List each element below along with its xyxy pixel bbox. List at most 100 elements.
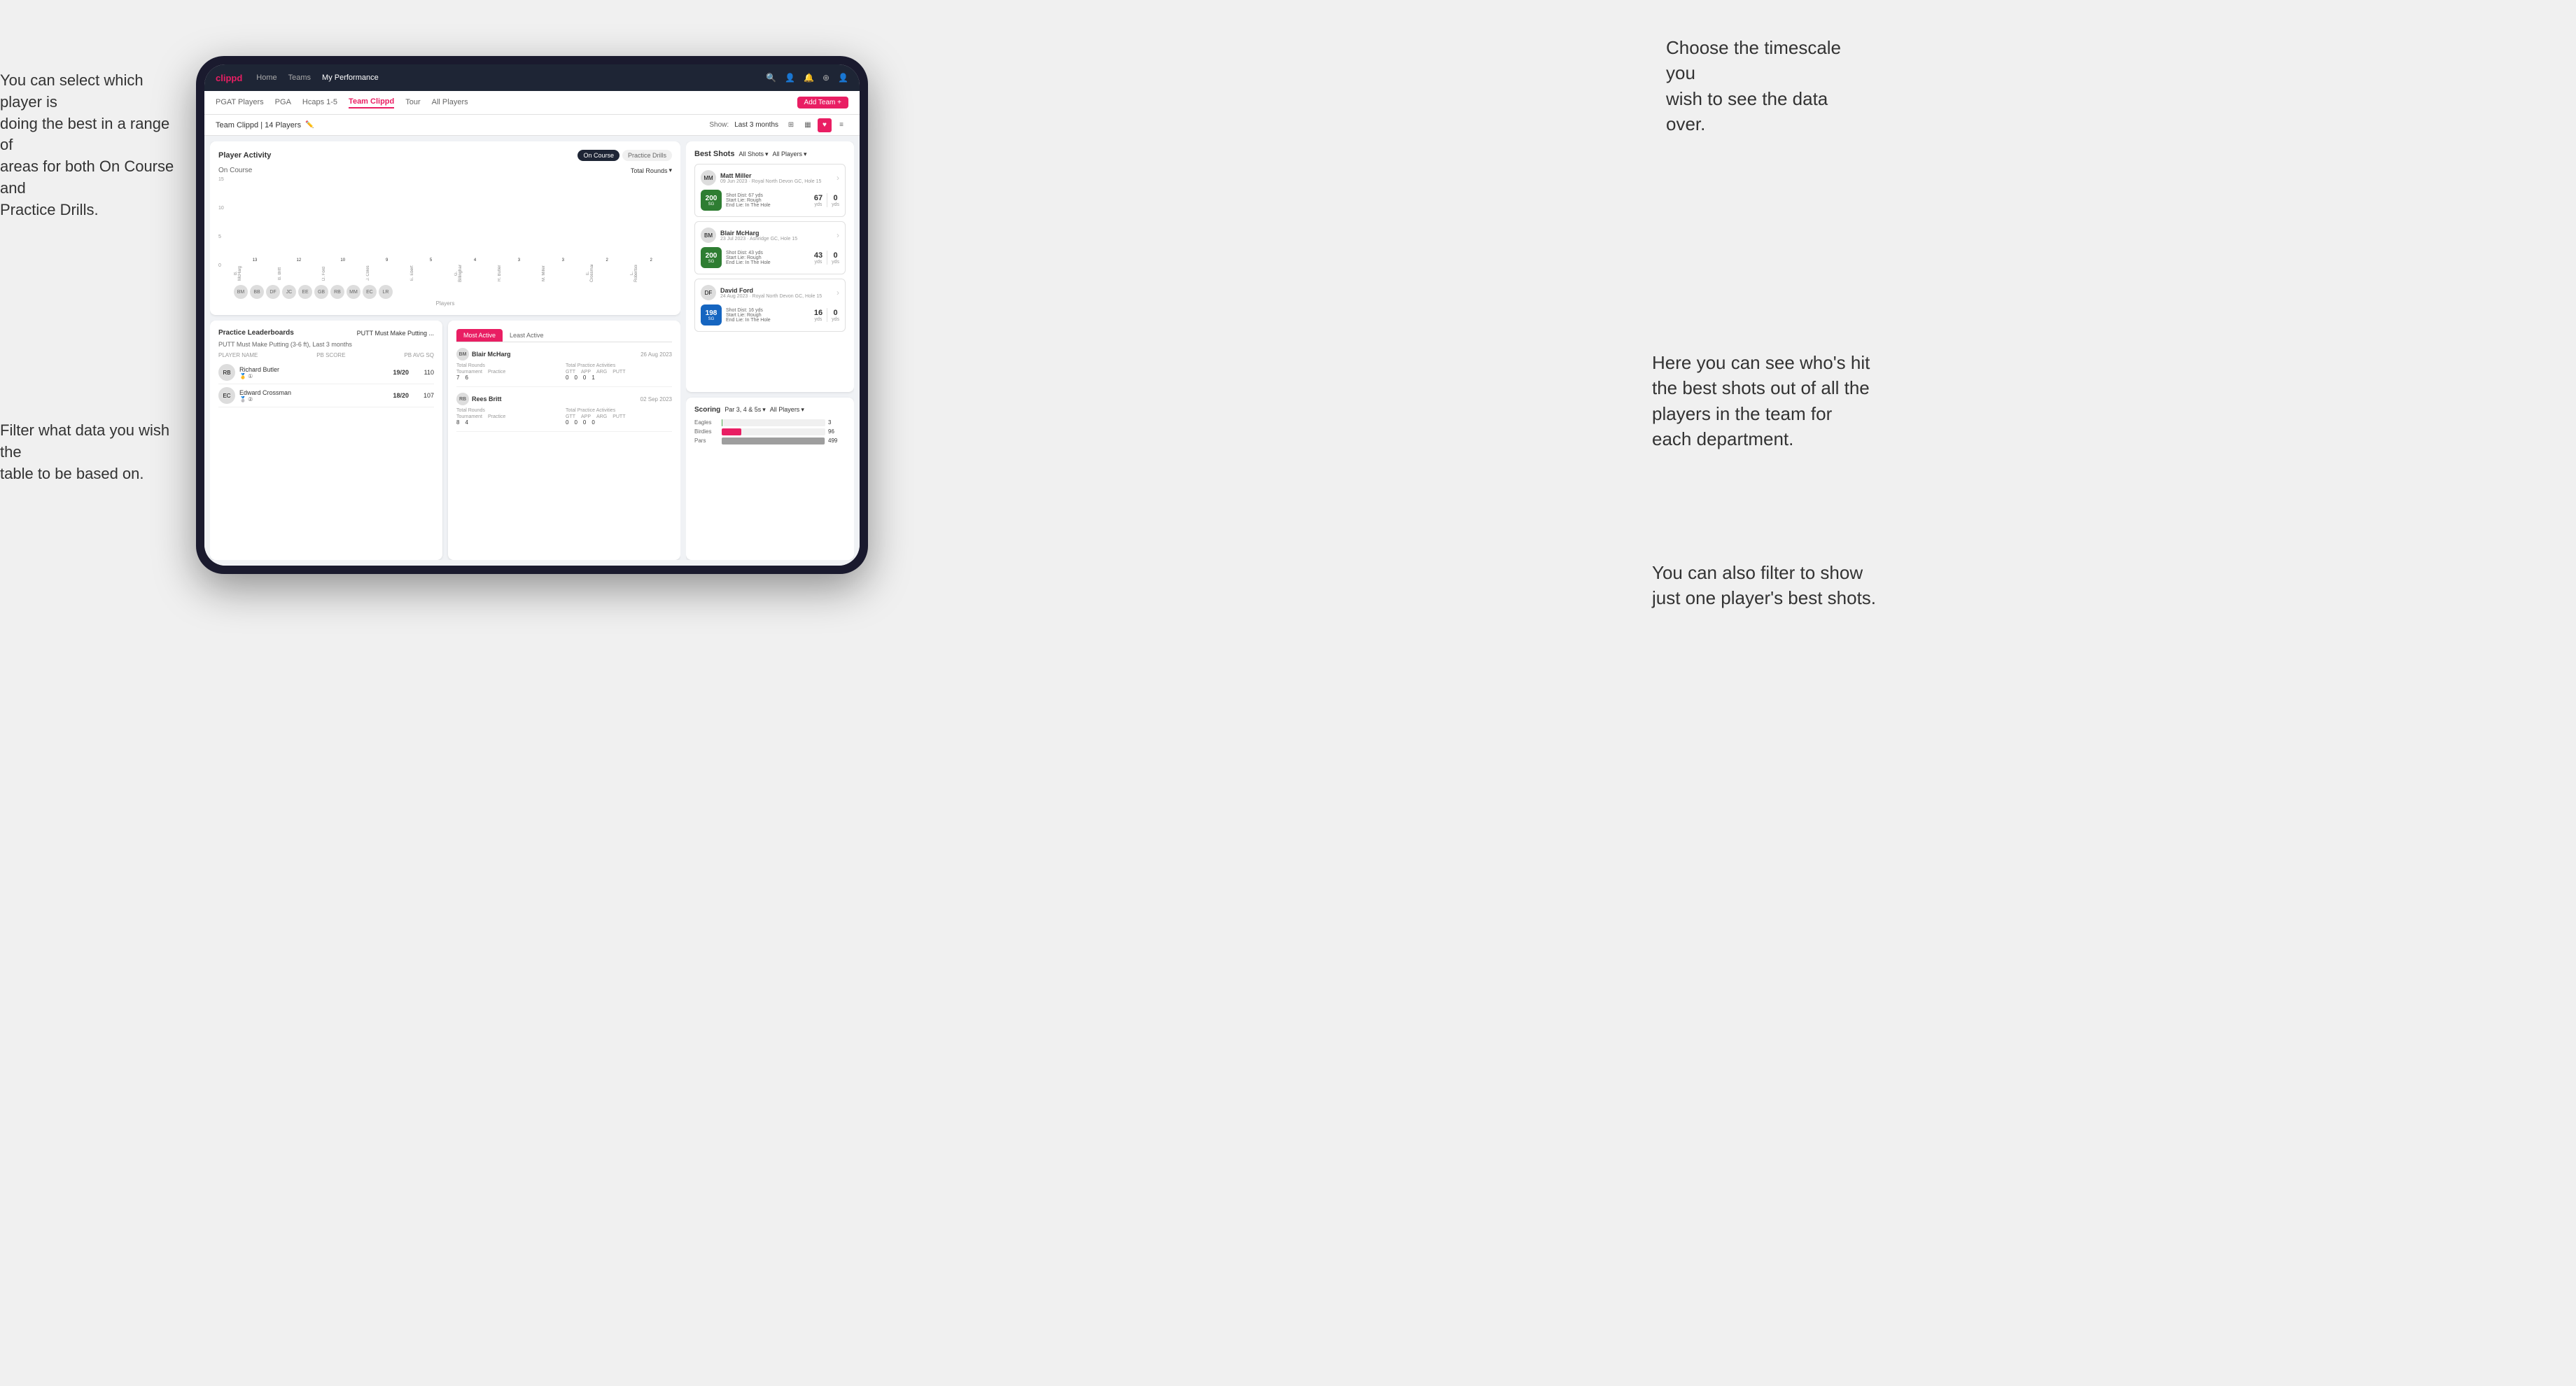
add-team-button[interactable]: Add Team + — [797, 97, 848, 108]
tab-hcaps[interactable]: Hcaps 1-5 — [302, 98, 337, 108]
all-players-dropdown[interactable]: All Players ▾ — [773, 150, 807, 158]
activity-date-1: 02 Sep 2023 — [640, 396, 672, 402]
shot-card-1[interactable]: BM Blair McHarg 23 Jul 2023 · Ashridge G… — [694, 221, 846, 274]
shot-player-avatar-1: BM — [701, 227, 716, 243]
shot-zero-2: 0 yds — [832, 309, 839, 322]
shot-card-2[interactable]: DF David Ford 24 Aug 2023 · Royal North … — [694, 279, 846, 332]
tab-team-clippd[interactable]: Team Clippd — [349, 97, 394, 108]
bars: 13 12 10 — [234, 177, 672, 263]
avatar-3: JC — [282, 285, 296, 299]
edit-icon[interactable]: ✏️ — [305, 121, 314, 129]
shot-player-detail-1: 23 Jul 2023 · Ashridge GC, Hole 15 — [720, 237, 832, 241]
activity-tabs: Most Active Least Active — [456, 329, 672, 342]
nav-links: Home Teams My Performance — [256, 74, 766, 82]
search-icon[interactable]: 🔍 — [766, 73, 776, 83]
player-info-0: Richard Butler 🥇 ① — [239, 366, 380, 379]
y-axis: 0 5 10 15 — [218, 177, 234, 282]
col-player-name: Player Name — [218, 352, 258, 358]
nav-icons: 🔍 👤 🔔 ⊕ 👤 — [766, 73, 848, 83]
tab-pgat-players[interactable]: PGAT Players — [216, 98, 264, 108]
shot-badge-0: 200 SG — [701, 190, 722, 211]
bar-group-3: 9 — [366, 258, 408, 263]
left-panel: Player Activity On Course Practice Drill… — [210, 141, 680, 560]
show-controls: Show: Last 3 months ⊞ ▦ ♥ ≡ — [709, 118, 848, 132]
avatar-icon[interactable]: 👤 — [838, 73, 848, 83]
heart-view-icon[interactable]: ♥ — [818, 118, 832, 132]
list-view-icon[interactable]: ≡ — [834, 118, 848, 132]
shot-player-name-1: Blair McHarg — [720, 230, 832, 237]
bars-container: 13 12 10 — [234, 177, 672, 282]
total-rounds-section-1: Total Rounds Tournament Practice 8 4 — [456, 408, 563, 426]
tablet-screen: clippd Home Teams My Performance 🔍 👤 🔔 ⊕… — [204, 64, 860, 566]
nav-link-teams[interactable]: Teams — [288, 74, 311, 82]
best-shots-header: Best Shots All Shots ▾ All Players ▾ — [694, 150, 846, 158]
activity-date-0: 26 Aug 2023 — [640, 351, 672, 358]
scoring-players-dropdown[interactable]: All Players ▾ — [770, 406, 804, 414]
activity-player-header-1: RB Rees Britt 02 Sep 2023 — [456, 393, 672, 405]
x-label-1: B. Britt — [278, 265, 320, 282]
user-icon[interactable]: 👤 — [785, 73, 795, 83]
least-active-tab[interactable]: Least Active — [503, 329, 551, 342]
leaderboard-dropdown[interactable]: PUTT Must Make Putting ... — [357, 330, 434, 337]
chart-metric-dropdown[interactable]: Total Rounds ▾ — [631, 167, 672, 174]
leaderboard-row-0: RB Richard Butler 🥇 ① 19/20 110 — [218, 361, 434, 384]
shot-stats-1: 200 SG Shot Dist: 43 yds Start Lie: Roug… — [701, 247, 839, 268]
scoring-bar-inner-birdies — [722, 428, 741, 435]
x-label-2: D. Ford — [322, 265, 364, 282]
par-filter-dropdown[interactable]: Par 3, 4 & 5s ▾ — [724, 406, 766, 414]
col-pb-avg: PB Avg SQ — [404, 352, 434, 358]
pb-avg-0: 110 — [413, 369, 434, 376]
x-label-0: B. McHarg — [234, 265, 276, 282]
leaderboard-header: Practice Leaderboards PUTT Must Make Put… — [218, 329, 434, 337]
avatar-1: BB — [250, 285, 264, 299]
shot-detail-text-1: Shot Dist: 43 yds Start Lie: Rough End L… — [726, 251, 810, 265]
rounds-values-0: 7 6 — [456, 374, 563, 381]
avatar-9: LR — [379, 285, 393, 299]
practice-drills-toggle[interactable]: Practice Drills — [622, 150, 672, 161]
best-shots-card: Best Shots All Shots ▾ All Players ▾ MM — [686, 141, 854, 392]
bar-group-6: 3 — [498, 258, 540, 263]
leaderboard-row-1: EC Edward Crossman 🥈 ② 18/20 107 — [218, 384, 434, 407]
scoring-bar-outer-birdies — [722, 428, 825, 435]
player-name-0: Richard Butler — [239, 366, 380, 373]
practice-leaderboards-card: Practice Leaderboards PUTT Must Make Put… — [210, 321, 442, 560]
chevron-right-icon-1: › — [836, 230, 839, 240]
shot-yds-1: 43 yds — [814, 251, 822, 265]
shot-player-header-2: DF David Ford 24 Aug 2023 · Royal North … — [701, 285, 839, 300]
most-active-tab[interactable]: Most Active — [456, 329, 503, 342]
all-shots-dropdown[interactable]: All Shots ▾ — [738, 150, 768, 158]
leaderboard-subtitle: PUTT Must Make Putting (3-6 ft), Last 3 … — [218, 341, 434, 348]
total-practice-section-0: Total Practice Activities GTT APP ARG PU… — [566, 363, 672, 381]
bar-group-2: 10 — [322, 258, 364, 263]
total-practice-label-0: Total Practice Activities — [566, 363, 672, 368]
annotation-bottom-right-top: Here you can see who's hitthe best shots… — [1652, 350, 1870, 452]
leaderboard-title: Practice Leaderboards — [218, 329, 294, 337]
tab-all-players[interactable]: All Players — [432, 98, 468, 108]
on-course-toggle[interactable]: On Course — [578, 150, 620, 161]
x-label-9: L. Robertson — [630, 265, 672, 282]
time-filter-dropdown[interactable]: Last 3 months — [734, 121, 778, 129]
add-circle-icon[interactable]: ⊕ — [822, 73, 830, 83]
shot-stats-2: 198 SG Shot Dist: 16 yds Start Lie: Roug… — [701, 304, 839, 326]
bell-icon[interactable]: 🔔 — [804, 73, 814, 83]
shot-player-name-2: David Ford — [720, 287, 832, 294]
shot-card-0[interactable]: MM Matt Miller 09 Jun 2023 · Royal North… — [694, 164, 846, 217]
x-label-5: G. Billingham — [454, 265, 496, 282]
on-course-label: On Course — [218, 167, 252, 174]
shot-player-info-0: Matt Miller 09 Jun 2023 · Royal North De… — [720, 172, 832, 184]
annotation-top-right: Choose the timescale youwish to see the … — [1666, 35, 1848, 137]
shot-player-info-1: Blair McHarg 23 Jul 2023 · Ashridge GC, … — [720, 230, 832, 241]
grid3-view-icon[interactable]: ▦ — [801, 118, 815, 132]
grid4-view-icon[interactable]: ⊞ — [784, 118, 798, 132]
tab-tour[interactable]: Tour — [405, 98, 420, 108]
avatar-7: MM — [346, 285, 360, 299]
shot-detail-text-0: Shot Dist: 67 yds Start Lie: Rough End L… — [726, 193, 810, 208]
player-name-1: Edward Crossman — [239, 389, 380, 396]
nav-link-myperformance[interactable]: My Performance — [322, 74, 379, 82]
avatar-0: BM — [234, 285, 248, 299]
nav-link-home[interactable]: Home — [256, 74, 276, 82]
pb-score-0: 19/20 — [384, 369, 409, 376]
shot-player-detail-0: 09 Jun 2023 · Royal North Devon GC, Hole… — [720, 179, 832, 184]
tab-pga[interactable]: PGA — [275, 98, 291, 108]
annotation-top-left: You can select which player isdoing the … — [0, 70, 182, 221]
